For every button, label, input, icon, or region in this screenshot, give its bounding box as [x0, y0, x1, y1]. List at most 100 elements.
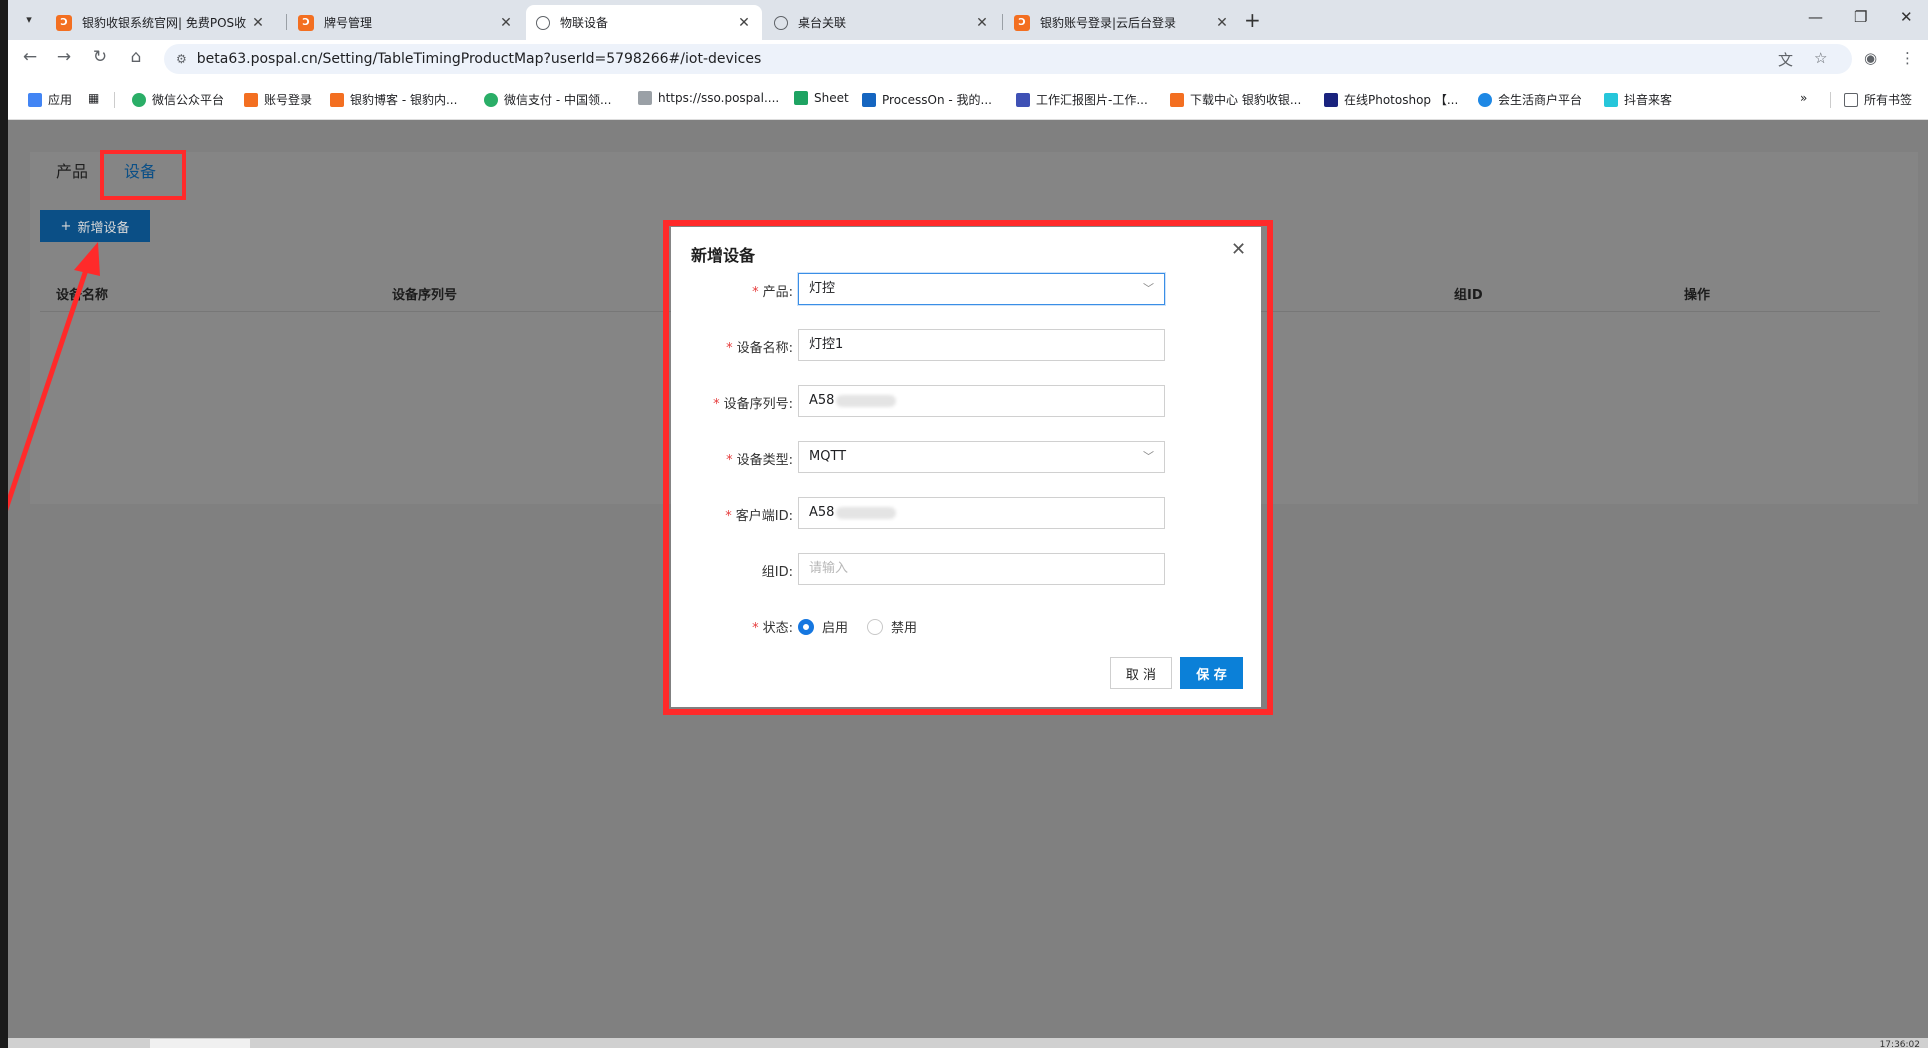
- close-icon[interactable]: ✕: [974, 15, 990, 31]
- client-id-input[interactable]: A58: [798, 497, 1165, 529]
- tab-title: 桌台关联: [798, 16, 847, 30]
- browser-tab[interactable]: Ↄ 牌号管理 ✕: [288, 5, 524, 40]
- save-button[interactable]: 保 存: [1180, 657, 1243, 689]
- browser-tab[interactable]: Ↄ 银豹收银系统官网| 免费POS收 ✕: [46, 5, 276, 40]
- horizontal-scrollbar[interactable]: [8, 1038, 1928, 1048]
- bookmark-label: 微信支付 - 中国领...: [504, 93, 612, 107]
- orange-logo-icon: Ↄ: [56, 14, 72, 31]
- bookmark-item[interactable]: 工作汇报图片-工作...: [1016, 91, 1148, 108]
- label-text: 设备序列号:: [723, 397, 793, 412]
- chevron-down-icon: ﹀: [1143, 450, 1154, 463]
- tab-product[interactable]: 产品: [56, 158, 88, 182]
- bookmark-item[interactable]: 在线Photoshop 【...: [1324, 91, 1458, 108]
- processon-icon: [862, 92, 876, 107]
- bookmark-item[interactable]: 会生活商户平台: [1478, 91, 1582, 108]
- bookmark-item[interactable]: 微信公众平台: [132, 91, 224, 108]
- add-device-button[interactable]: + 新增设备: [40, 210, 150, 242]
- browser-tab-active[interactable]: 物联设备 ✕: [526, 5, 762, 40]
- select-value: 灯控: [809, 281, 836, 296]
- photoshop-icon: [1324, 92, 1338, 107]
- orange-logo-icon: Ↄ: [298, 14, 314, 31]
- globe-icon: [536, 15, 550, 30]
- label-text: 客户端ID:: [735, 509, 793, 524]
- window-left-edge: [0, 0, 8, 1048]
- home-icon[interactable]: ⌂: [124, 47, 148, 67]
- orange-logo-icon: [244, 92, 258, 107]
- bookmark-item[interactable]: 账号登录: [244, 91, 312, 108]
- product-select[interactable]: 灯控 ﹀: [798, 273, 1165, 305]
- field-label: * 产品:: [752, 285, 793, 300]
- scrollbar-thumb[interactable]: [150, 1039, 250, 1048]
- tab-title: 银豹收银系统官网| 免费POS收: [82, 16, 247, 30]
- wechat-icon: [132, 92, 146, 107]
- highlight-box: [100, 150, 186, 200]
- browser-tab-strip: ▾ Ↄ 银豹收银系统官网| 免费POS收 ✕ Ↄ 牌号管理 ✕ 物联设备 ✕ 桌…: [8, 0, 1928, 40]
- more-bookmarks-icon[interactable]: »: [1800, 91, 1807, 105]
- back-icon[interactable]: ←: [18, 47, 42, 67]
- browser-tab[interactable]: Ↄ 银豹账号登录|云后台登录 ✕: [1004, 5, 1240, 40]
- new-tab-icon[interactable]: +: [1244, 8, 1261, 32]
- bookmark-label: 所有书签: [1864, 93, 1913, 107]
- cancel-button[interactable]: 取 消: [1110, 657, 1172, 689]
- redacted-text: [836, 506, 897, 519]
- bookmark-item[interactable]: 微信支付 - 中国领...: [484, 91, 611, 108]
- add-device-label: 新增设备: [77, 220, 130, 236]
- bookmark-label: 账号登录: [264, 93, 313, 107]
- bookmark-item[interactable]: ProcessOn - 我的...: [862, 91, 992, 108]
- bookmark-item[interactable]: https://sso.pospal....: [638, 91, 779, 105]
- address-bar[interactable]: ⚙ beta63.pospal.cn/Setting/TableTimingPr…: [164, 44, 1852, 74]
- bookmark-label: 会生活商户平台: [1498, 93, 1583, 107]
- bookmark-label: Sheet: [814, 91, 849, 105]
- bookmark-label: 下载中心 银豹收银...: [1190, 93, 1302, 107]
- restore-icon[interactable]: ❐: [1854, 8, 1867, 26]
- profile-icon[interactable]: ◉: [1864, 49, 1877, 67]
- serial-number-input[interactable]: A58: [798, 385, 1165, 417]
- close-icon[interactable]: ✕: [1214, 15, 1230, 31]
- reload-icon[interactable]: ↻: [88, 47, 112, 67]
- orange-logo-icon: Ↄ: [1014, 14, 1030, 31]
- status-enabled-radio[interactable]: 启用: [798, 617, 848, 636]
- minimize-icon[interactable]: —: [1808, 8, 1823, 26]
- redacted-text: [836, 394, 897, 407]
- all-bookmarks[interactable]: 所有书签: [1844, 91, 1912, 108]
- window-close-icon[interactable]: ✕: [1900, 8, 1913, 26]
- bookmark-item[interactable]: 下载中心 银豹收银...: [1170, 91, 1301, 108]
- field-group-id: 组ID: 请输入: [671, 553, 1261, 585]
- device-name-input[interactable]: 灯控1: [798, 329, 1165, 361]
- close-icon[interactable]: ✕: [250, 15, 266, 31]
- group-id-input[interactable]: 请输入: [798, 553, 1165, 585]
- browser-tab[interactable]: 桌台关联 ✕: [764, 5, 1000, 40]
- device-type-select[interactable]: MQTT ﹀: [798, 441, 1165, 473]
- bookmark-item[interactable]: 抖音来客: [1604, 91, 1672, 108]
- forward-icon[interactable]: →: [52, 47, 76, 67]
- bookmark-label: ProcessOn - 我的...: [882, 93, 992, 107]
- annotation-arrow: [1, 242, 100, 516]
- status-clock: 17:36:02: [1879, 1040, 1920, 1048]
- bookmark-item[interactable]: 银豹博客 - 银豹内...: [330, 91, 457, 108]
- tab-search-icon[interactable]: ▾: [18, 9, 40, 31]
- status-disabled-radio[interactable]: 禁用: [867, 617, 917, 636]
- bookmark-apps[interactable]: 应用: [28, 91, 72, 108]
- bookmark-label: 在线Photoshop 【...: [1344, 93, 1459, 107]
- grid-icon[interactable]: ▦: [88, 91, 99, 105]
- close-icon[interactable]: ✕: [736, 15, 752, 31]
- bookmark-item[interactable]: Sheet: [794, 91, 849, 105]
- field-client-id: * 客户端ID: A58: [671, 497, 1261, 529]
- field-label: * 状态:: [752, 621, 793, 636]
- tab-title: 物联设备: [560, 16, 609, 30]
- close-icon[interactable]: ✕: [1231, 239, 1246, 260]
- close-icon[interactable]: ✕: [498, 15, 514, 31]
- add-device-dialog: 新增设备 ✕ * 产品: 灯控 ﹀ * 设备名称: 灯控1 * 设备序列号: A58 *…: [671, 227, 1261, 707]
- url-text: beta63.pospal.cn/Setting/TableTimingProd…: [196, 51, 762, 67]
- label-text: 组ID:: [761, 565, 793, 580]
- input-value: 灯控1: [809, 337, 844, 352]
- translate-icon[interactable]: 文: [1778, 49, 1793, 70]
- apps-grid-icon: [28, 92, 42, 107]
- bookmark-star-icon[interactable]: ☆: [1814, 49, 1827, 67]
- sheet-icon: [794, 91, 808, 105]
- field-label: 组ID:: [762, 561, 793, 580]
- menu-icon[interactable]: ⋮: [1900, 49, 1915, 67]
- input-value: A58: [809, 505, 835, 520]
- site-info-icon[interactable]: ⚙: [176, 52, 187, 66]
- field-status: * 状态: 启用 禁用: [671, 609, 1261, 641]
